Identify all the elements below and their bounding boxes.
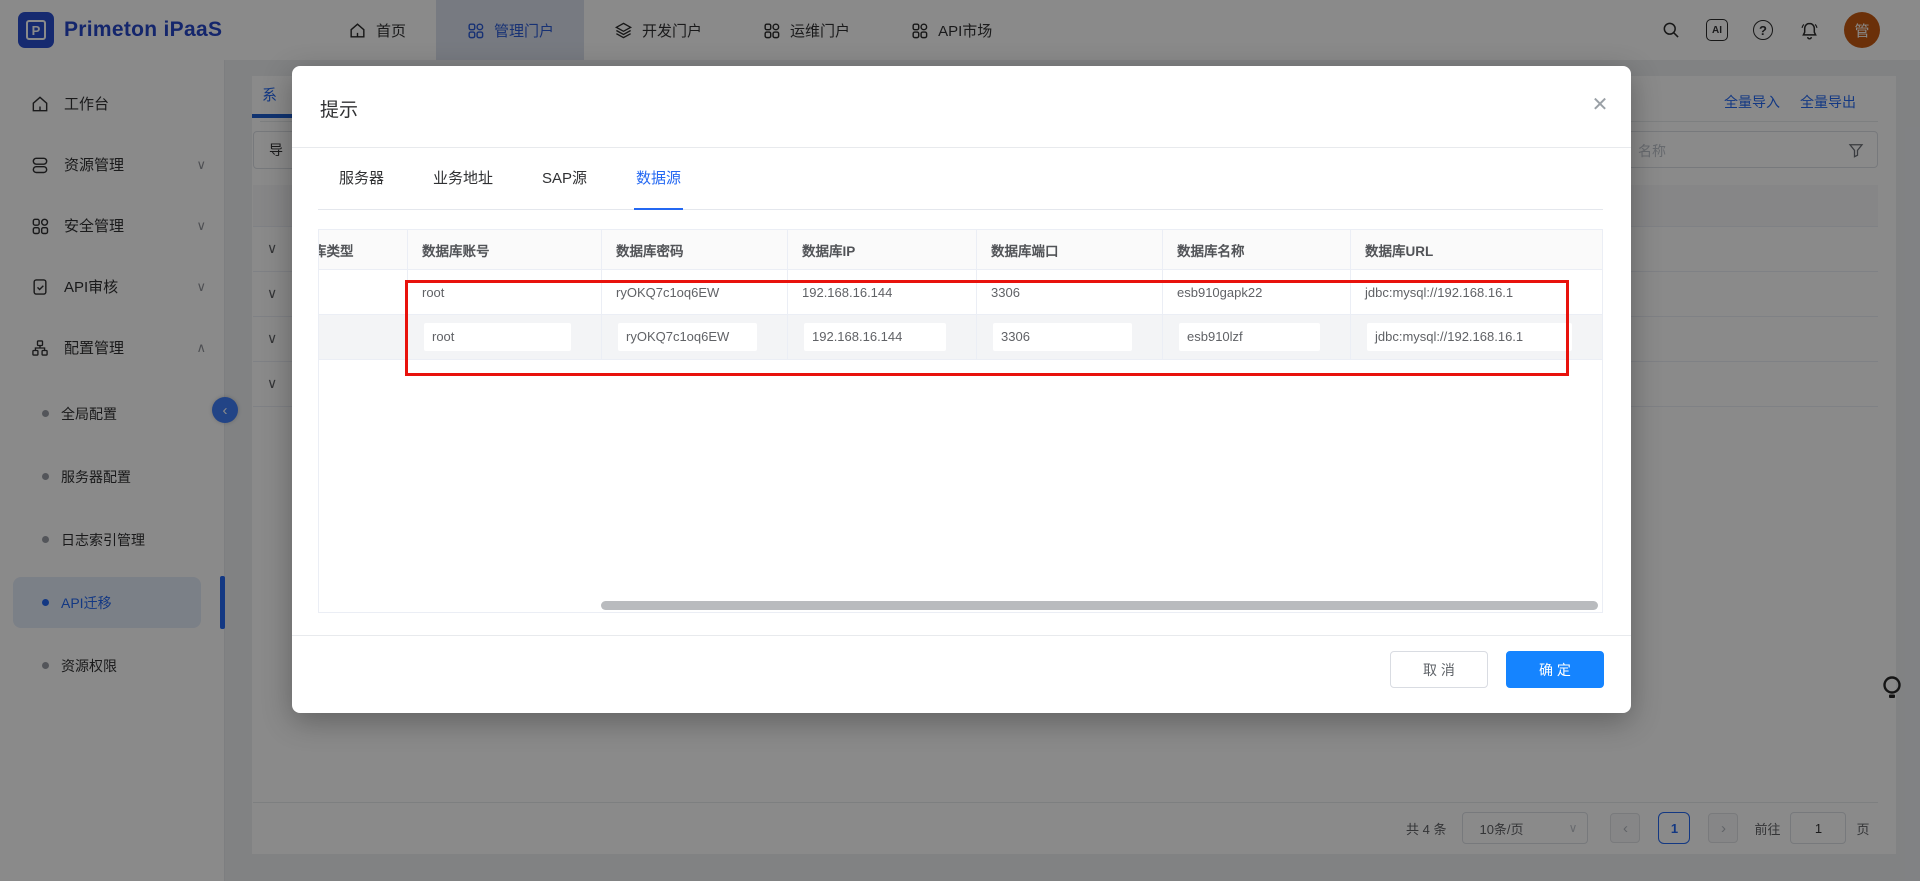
column-header-db-ip[interactable]: 数据库IP [788,230,977,269]
dialog-tabs: 服务器 业务地址 SAP源 数据源 [318,161,1603,210]
table-row[interactable]: root ryOKQ7c1oq6EW 192.168.16.144 3306 e… [319,315,1602,360]
cell-db-account: root [408,270,602,314]
cell-db-port: 3306 [977,315,1163,359]
cancel-button[interactable]: 取 消 [1390,651,1488,688]
column-header-type[interactable]: 库类型 [319,230,408,269]
column-header-db-url[interactable]: 数据库URL [1351,230,1602,269]
confirm-button[interactable]: 确 定 [1506,651,1604,688]
table-row[interactable]: root ryOKQ7c1oq6EW 192.168.16.144 3306 e… [319,270,1602,315]
tab-data-source[interactable]: 数据源 [634,161,683,210]
cell-db-ip: 192.168.16.144 [788,270,977,314]
table-header-row: 库类型 数据库账号 数据库密码 数据库IP 数据库端口 数据库名称 数据库URL [319,230,1602,270]
column-header-db-password[interactable]: 数据库密码 [602,230,788,269]
app-screen: P Primeton iPaaS 首页 管理门户 开发门户 运维门户 [0,0,1920,881]
cell-db-name: esb910gapk22 [1163,270,1351,314]
column-header-db-account[interactable]: 数据库账号 [408,230,602,269]
divider [292,147,1631,148]
cell-db-url: jdbc:mysql://192.168.16.1 [1351,270,1602,314]
horizontal-scrollbar[interactable] [601,601,1598,610]
prompt-dialog: 提示 ✕ 服务器 业务地址 SAP源 数据源 库类型 数据库账号 数据库密码 数… [292,66,1631,713]
cell-db-password: ryOKQ7c1oq6EW [602,270,788,314]
dialog-title: 提示 [320,95,358,122]
cell-db-password: ryOKQ7c1oq6EW [602,315,788,359]
close-icon[interactable]: ✕ [1586,90,1614,118]
datasource-table: 库类型 数据库账号 数据库密码 数据库IP 数据库端口 数据库名称 数据库URL… [318,229,1603,613]
cell-db-url: jdbc:mysql://192.168.16.1 [1351,315,1602,359]
column-header-db-port[interactable]: 数据库端口 [977,230,1163,269]
cell-type [319,315,408,359]
cell-type [319,270,408,314]
cell-db-ip: 192.168.16.144 [788,315,977,359]
divider [292,635,1631,636]
tab-sap-source[interactable]: SAP源 [540,161,589,209]
tab-business-address[interactable]: 业务地址 [431,161,495,209]
column-header-db-name[interactable]: 数据库名称 [1163,230,1351,269]
assistant-bulb-icon[interactable] [1880,674,1904,702]
cell-db-account: root [408,315,602,359]
cell-db-port: 3306 [977,270,1163,314]
tab-server[interactable]: 服务器 [337,161,386,209]
cell-db-name: esb910lzf [1163,315,1351,359]
